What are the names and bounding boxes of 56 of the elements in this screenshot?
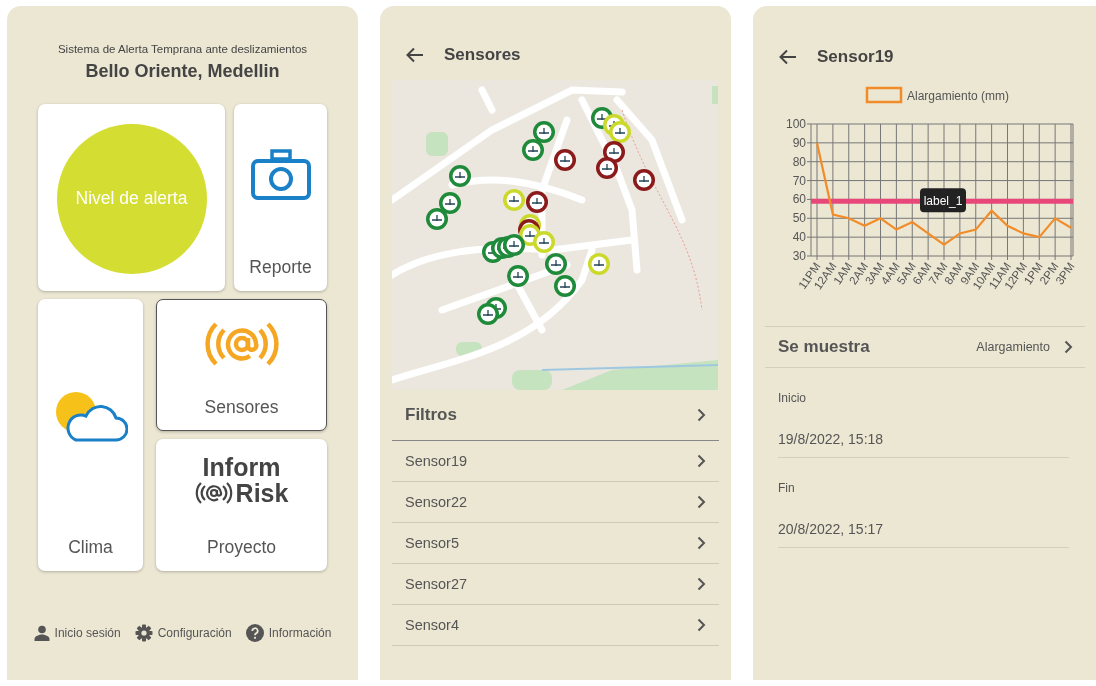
y-tick-label: 30 [792, 249, 806, 263]
back-arrow-icon[interactable] [406, 47, 424, 63]
chevron-right-icon [697, 577, 706, 591]
y-tick-label: 90 [792, 135, 806, 150]
sensor-list-item[interactable]: Sensor19 [392, 441, 719, 482]
field-label: Inicio [778, 391, 807, 405]
chevron-right-icon [1064, 340, 1073, 354]
sensor-list-item[interactable]: Sensor5 [392, 523, 719, 564]
y-tick-label: 50 [792, 211, 806, 226]
y-tick-label: 40 [792, 230, 806, 245]
legend-label: Alargamiento (mm) [907, 89, 1010, 103]
sensor-list-item[interactable]: Sensor27 [392, 564, 719, 605]
app-title: Bello Oriente, Medellin [84, 61, 281, 82]
camera-icon [249, 149, 312, 201]
settings-icon [134, 624, 153, 642]
person-icon [33, 625, 50, 641]
filters-row[interactable]: Filtros [392, 390, 719, 441]
tile-label: Sensores [204, 397, 279, 418]
footer-link[interactable]: Configuración [157, 626, 232, 640]
chevron-right-icon [697, 454, 706, 468]
sensor-list-item[interactable]: Sensor22 [392, 482, 719, 523]
screen-title: Sensor19 [817, 47, 894, 67]
signal-at-icon [194, 480, 233, 507]
project-tile[interactable]: Inform Risk Proyecto [156, 439, 327, 571]
help-icon [245, 624, 264, 642]
y-tick-label: 60 [792, 192, 806, 207]
y-tick-label: 100 [785, 117, 806, 131]
threshold-label: label_1 [920, 188, 966, 213]
chevron-right-icon [697, 495, 706, 509]
logo-text: Inform [202, 454, 281, 481]
tile-label: Proyecto [206, 537, 277, 558]
chevron-right-icon [697, 618, 706, 632]
logo-text: Risk [235, 480, 289, 507]
display-setting-row[interactable]: Se muestra Alargamiento [765, 326, 1085, 368]
ref-line-label: label_1 [923, 194, 963, 209]
y-tick-label: 70 [792, 173, 806, 188]
field-value: 19/8/2022, 15:18 [778, 405, 1069, 458]
footer-link[interactable]: Inicio sesión [54, 626, 121, 640]
sun-cloud-icon [53, 390, 128, 444]
screen-title: Sensores [444, 45, 521, 65]
tile-label: Reporte [249, 257, 312, 278]
chevron-right-icon [697, 408, 706, 422]
y-tick-label: 80 [792, 154, 806, 169]
sensors-tile[interactable]: Sensores [156, 299, 327, 431]
field-label: Fin [778, 481, 796, 495]
chart-legend: Alargamiento (mm) [865, 86, 1010, 104]
sensor-list-item[interactable]: Sensor4 [392, 605, 719, 646]
app-subtitle: Sistema de Alerta Temprana ante deslizamientos [56, 43, 309, 55]
back-arrow-icon[interactable] [779, 49, 797, 65]
tile-label: Clima [68, 537, 113, 558]
map-drawing[interactable] [392, 80, 718, 390]
footer-link[interactable]: Información [268, 626, 332, 640]
chevron-right-icon [697, 536, 706, 550]
report-tile[interactable]: Reporte [234, 104, 327, 291]
field-value: 20/8/2022, 15:17 [778, 495, 1069, 548]
weather-tile[interactable]: Clima [38, 299, 143, 571]
